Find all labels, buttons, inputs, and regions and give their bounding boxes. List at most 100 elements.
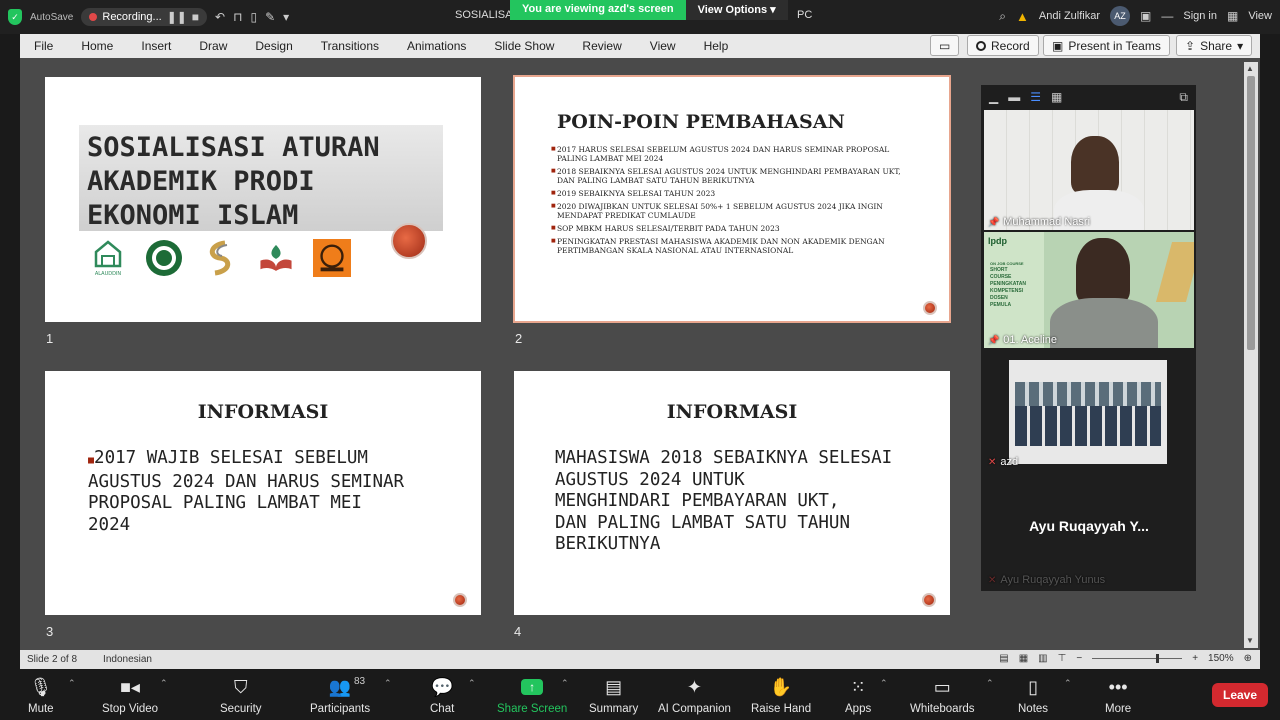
ai-companion-button[interactable]: ✦ AI Companion	[658, 674, 731, 716]
minimize-panel-icon[interactable]: ▁	[989, 90, 998, 104]
chevron-up-icon[interactable]: ⌃	[561, 678, 569, 689]
scroll-up-icon[interactable]: ▲	[1246, 64, 1254, 73]
warning-icon[interactable]: ▲	[1016, 9, 1029, 24]
recording-indicator[interactable]: Recording... ❚❚ ■	[81, 8, 208, 26]
mute-button[interactable]: 🎙 Mute	[28, 674, 54, 716]
slide-thumbnail-4[interactable]: INFORMASI MAHASISWA 2018 SEBAIKNYA SELES…	[514, 371, 950, 615]
ribbon-menu: File Home Insert Draw Design Transitions…	[20, 34, 1260, 58]
strip-view-icon[interactable]: ☰	[1030, 90, 1041, 104]
tab-file[interactable]: File	[20, 39, 67, 53]
notes-button[interactable]: ▯ Notes	[1018, 674, 1048, 716]
present-in-teams-button[interactable]: ▣ Present in Teams	[1043, 35, 1170, 56]
more-button[interactable]: ••• More	[1105, 674, 1131, 716]
vertical-scrollbar[interactable]: ▲ ▼	[1244, 62, 1258, 648]
language-indicator[interactable]: Indonesian	[77, 654, 152, 665]
ribbon-toggle-icon[interactable]: ▣	[1140, 9, 1151, 23]
slideshow-icon[interactable]: ⊤	[1058, 653, 1067, 664]
chevron-up-icon[interactable]: ⌃	[68, 678, 76, 689]
institution-logos: ALAUDDIN	[89, 239, 351, 277]
tab-animations[interactable]: Animations	[393, 39, 480, 53]
apps-icon: ⁙	[850, 676, 866, 697]
chevron-up-icon[interactable]: ⌃	[880, 678, 888, 689]
course-banner-text: ON JOB COURSE SHORT COURSE PENINGKATAN K…	[990, 260, 1026, 309]
share-label: Share	[1200, 38, 1233, 53]
video-tile-muhammad-nasri[interactable]: 📌 Muhammad Nasri	[984, 110, 1194, 230]
pause-icon[interactable]: ❚❚	[167, 10, 187, 24]
present-icon[interactable]: ⊓	[233, 10, 242, 24]
minimize-icon[interactable]: —	[1161, 9, 1173, 23]
zoom-out-icon[interactable]: −	[1076, 653, 1082, 664]
slide-thumbnail-2[interactable]: POIN-POIN PEMBAHASAN 2017 HARUS SELESAI …	[513, 75, 951, 323]
undo-icon[interactable]: ↶	[215, 10, 225, 24]
video-tile-ayu-ruqayyah[interactable]: Ayu Ruqayyah Y... ✕ Ayu Ruqayyah Yunus	[984, 472, 1194, 588]
reading-view-icon[interactable]: ▥	[1038, 653, 1047, 664]
pop-out-icon[interactable]: ⧉	[1179, 90, 1188, 105]
tab-view[interactable]: View	[636, 39, 690, 53]
stop-icon[interactable]: ■	[192, 10, 199, 24]
tab-draw[interactable]: Draw	[185, 39, 241, 53]
video-tile-aceline[interactable]: lpdp ON JOB COURSE SHORT COURSE PENINGKA…	[984, 232, 1194, 348]
banner-line: COURSE	[990, 274, 1012, 280]
security-label: Security	[220, 703, 262, 715]
tab-insert[interactable]: Insert	[127, 39, 185, 53]
recording-label: Recording...	[102, 11, 162, 23]
list-item: PENINGKATAN PRESTASI MAHASISWA AKADEMIK …	[551, 237, 915, 255]
tab-transitions[interactable]: Transitions	[307, 39, 393, 53]
stop-video-button[interactable]: ■◂ Stop Video	[102, 674, 158, 716]
tab-review[interactable]: Review	[568, 39, 635, 53]
scroll-thumb[interactable]	[1247, 76, 1255, 350]
slide-thumbnail-1[interactable]: SOSIALISASI ATURAN AKADEMIK PRODI EKONOM…	[45, 77, 481, 322]
leave-button[interactable]: Leave	[1212, 683, 1268, 707]
tab-home[interactable]: Home	[67, 39, 127, 53]
tab-slide-show[interactable]: Slide Show	[480, 39, 568, 53]
mute-label: Mute	[28, 703, 54, 715]
speaker-view-icon[interactable]: ▬	[1008, 90, 1020, 104]
share-screen-button[interactable]: ↑ Share Screen	[497, 674, 567, 715]
slide-4-body: MAHASISWA 2018 SEBAIKNYA SELESAI AGUSTUS…	[555, 448, 892, 556]
search-icon[interactable]: ⌕	[999, 9, 1006, 24]
draw-icon[interactable]: ✎	[265, 10, 275, 24]
video-tile-azd[interactable]: ✕ azd	[984, 350, 1194, 470]
slide-4-body-line: BERIKUTNYA	[555, 534, 661, 554]
view-grid-icon[interactable]: ▦	[1227, 9, 1238, 23]
mic-muted-icon: ✕	[988, 574, 997, 586]
summary-button[interactable]: ▤ Summary	[589, 674, 639, 716]
decorative-dot	[922, 593, 936, 607]
title-bar-left: ✓ AutoSave Recording... ❚❚ ■ ↶ ⊓ ▯ ✎ ▾	[8, 8, 289, 26]
chevron-up-icon[interactable]: ⌃	[468, 678, 476, 689]
chevron-up-icon[interactable]: ⌃	[1064, 678, 1072, 689]
zoom-slider[interactable]	[1092, 654, 1183, 663]
security-button[interactable]: ⛉ Security	[220, 674, 262, 716]
chevron-up-icon[interactable]: ⌃	[986, 678, 994, 689]
fit-to-window-icon[interactable]: ⊕	[1244, 653, 1252, 664]
slide-3-body-line: ■2017 WAJIB SELESAI SEBELUM	[88, 448, 404, 472]
normal-view-icon[interactable]: ▤	[999, 653, 1008, 664]
slide-sorter-icon[interactable]: ▦	[1019, 653, 1028, 664]
tab-design[interactable]: Design	[241, 39, 306, 53]
gallery-view-icon[interactable]: ▦	[1051, 90, 1062, 104]
group-photo-back-row	[1015, 382, 1161, 408]
chevron-up-icon[interactable]: ⌃	[384, 678, 392, 689]
whiteboards-button[interactable]: ▭ Whiteboards	[910, 674, 975, 716]
user-name: Andi Zulfikar	[1038, 10, 1101, 22]
zoom-level[interactable]: 150%	[1208, 653, 1234, 664]
file-icon[interactable]: ▯	[250, 10, 257, 24]
record-button[interactable]: Record	[967, 35, 1039, 56]
comments-button[interactable]: ▭	[930, 35, 960, 56]
chat-button[interactable]: 💬 Chat	[430, 674, 454, 716]
sign-in-link[interactable]: Sign in	[1183, 10, 1217, 22]
customize-icon[interactable]: ▾	[283, 10, 289, 24]
view-button[interactable]: View	[1248, 10, 1272, 22]
summary-label: Summary	[589, 703, 639, 715]
ribbon-decoration	[1155, 242, 1194, 302]
view-options-button[interactable]: View Options ▾	[685, 0, 788, 20]
share-button[interactable]: ⇪ Share ▾	[1176, 35, 1253, 56]
scroll-down-icon[interactable]: ▼	[1246, 636, 1254, 645]
avatar[interactable]: AZ	[1110, 6, 1131, 26]
chevron-up-icon[interactable]: ⌃	[160, 678, 168, 689]
apps-button[interactable]: ⁙ Apps	[845, 674, 871, 716]
tab-help[interactable]: Help	[690, 39, 743, 53]
raise-hand-button[interactable]: ✋ Raise Hand	[751, 674, 811, 716]
slide-thumbnail-3[interactable]: INFORMASI ■2017 WAJIB SELESAI SEBELUM AG…	[45, 371, 481, 615]
zoom-in-icon[interactable]: +	[1192, 653, 1198, 664]
